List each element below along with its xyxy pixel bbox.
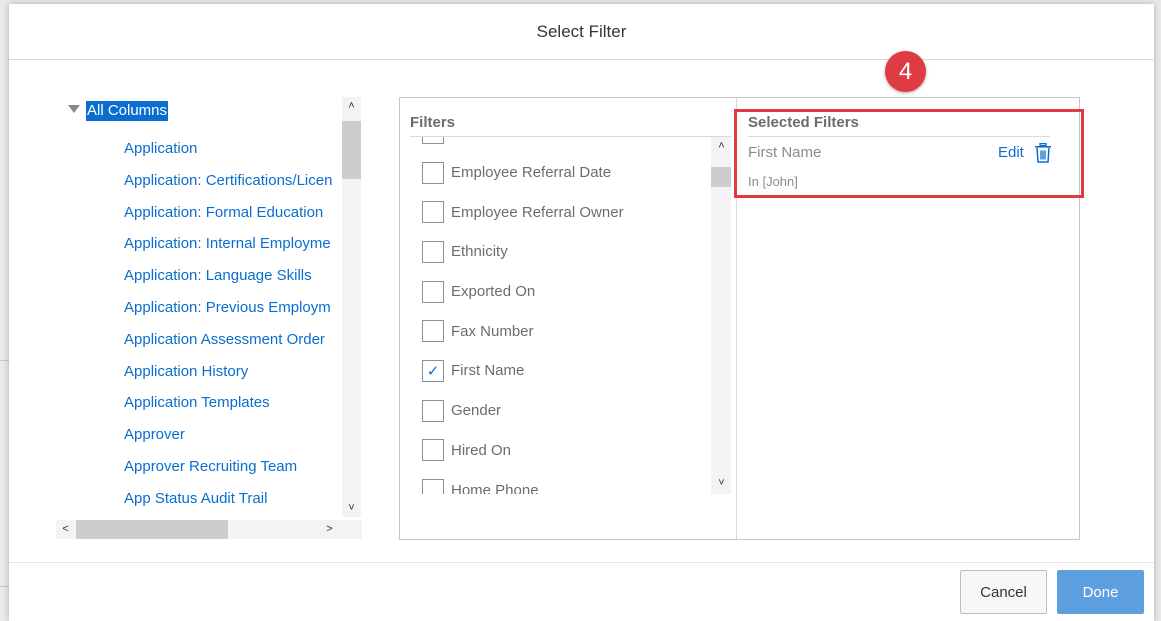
tree-vertical-scrollbar[interactable]: ˄ ˅ xyxy=(342,97,361,517)
filter-list-item[interactable]: Employee Referral Date xyxy=(410,153,710,193)
scroll-down-icon[interactable]: ˅ xyxy=(342,499,361,517)
done-button[interactable]: Done xyxy=(1057,570,1144,614)
tree-item-list: Application Application: Certifications/L… xyxy=(124,133,342,515)
filters-vertical-scrollbar[interactable]: ˄ ˅ xyxy=(711,137,731,494)
tree-item[interactable]: Application History xyxy=(124,356,342,388)
scroll-up-icon[interactable]: ˄ xyxy=(342,97,361,115)
column-tree-panel: All Columns Application Application: Cert… xyxy=(56,97,362,539)
filter-label: Exported On xyxy=(451,283,536,301)
tree-item[interactable]: Application: Language Skills xyxy=(124,260,342,292)
filter-label: Employee Referral Owner xyxy=(451,203,624,221)
filter-label: Home Phone xyxy=(451,481,539,494)
filter-list-item[interactable]: Home Phone xyxy=(410,470,710,494)
filter-label: First Name xyxy=(451,362,525,380)
tree-item[interactable]: Application: Previous Employm xyxy=(124,292,342,324)
scrollbar-thumb[interactable] xyxy=(711,167,731,187)
checkbox[interactable] xyxy=(422,479,444,494)
tree-item[interactable]: Approver Recruiting Team xyxy=(124,451,342,483)
annotation-highlight-box xyxy=(734,109,1084,198)
filter-list-item[interactable]: Hired On xyxy=(410,431,710,471)
filter-list-item[interactable]: Ethnicity xyxy=(410,232,710,272)
cancel-button[interactable]: Cancel xyxy=(960,570,1047,614)
filter-list-item[interactable]: Email Address xyxy=(410,137,710,153)
dialog-header: Select Filter xyxy=(9,4,1154,60)
checkbox[interactable] xyxy=(422,439,444,462)
tree-item[interactable]: Approver xyxy=(124,419,342,451)
filter-list-content: Email Address Employee Referral Date Emplo… xyxy=(410,137,710,494)
scroll-down-icon[interactable]: ˅ xyxy=(712,474,731,492)
tree-item[interactable]: Application Assessment Order xyxy=(124,324,342,356)
dialog-title: Select Filter xyxy=(536,21,627,41)
checkbox[interactable] xyxy=(422,161,444,184)
scrollbar-thumb[interactable] xyxy=(342,121,361,179)
checkbox[interactable] xyxy=(422,280,444,303)
scroll-up-icon[interactable]: ˄ xyxy=(712,137,731,155)
checkmark-icon: ✓ xyxy=(426,362,440,380)
tree-item[interactable]: Application: Formal Education xyxy=(124,197,342,229)
checkbox[interactable] xyxy=(422,137,444,144)
filter-list-item[interactable]: Exported On xyxy=(410,272,710,312)
tree-item[interactable]: Application: Internal Employme xyxy=(124,228,342,260)
filters-column: Filters Email Address Employee Referral D… xyxy=(410,98,732,539)
filter-list-item[interactable]: ✓ First Name xyxy=(410,351,710,391)
tree-item[interactable]: Application: Certifications/Licen xyxy=(124,165,342,197)
filter-label: Hired On xyxy=(451,441,512,459)
filter-list-item[interactable]: Gender xyxy=(410,391,710,431)
scroll-right-icon[interactable]: > xyxy=(320,520,339,538)
expand-triangle-icon[interactable] xyxy=(68,105,80,113)
tree-root-node[interactable]: All Columns xyxy=(68,101,169,121)
tree-item[interactable]: Application xyxy=(124,133,342,165)
filter-list-item[interactable]: Fax Number xyxy=(410,311,710,351)
tree-item[interactable]: Application Templates xyxy=(124,387,342,419)
filter-list: Email Address Employee Referral Date Emplo… xyxy=(410,137,710,494)
filter-label: Employee Referral Date xyxy=(451,164,612,182)
tree-item[interactable]: App Status Audit Trail xyxy=(124,483,342,515)
scroll-left-icon[interactable]: < xyxy=(56,520,75,538)
step-number-badge: 4 xyxy=(885,51,926,92)
tree-horizontal-scrollbar[interactable]: < > xyxy=(56,520,362,539)
tree-root-label[interactable]: All Columns xyxy=(86,101,169,121)
checkbox[interactable] xyxy=(422,399,444,422)
checkbox[interactable] xyxy=(422,201,444,224)
scrollbar-thumb[interactable] xyxy=(76,520,228,539)
filter-label: Ethnicity xyxy=(451,243,508,261)
checkbox-checked[interactable]: ✓ xyxy=(422,359,444,382)
filter-label: Gender xyxy=(451,402,502,420)
filter-label: Email Address xyxy=(451,137,547,141)
checkbox[interactable] xyxy=(422,320,444,343)
filter-label: Fax Number xyxy=(451,322,534,340)
footer-divider xyxy=(9,562,1154,563)
filters-header: Filters xyxy=(410,114,456,131)
checkbox[interactable] xyxy=(422,240,444,263)
select-filter-dialog: Select Filter All Columns Application App… xyxy=(9,4,1154,621)
filter-list-item[interactable]: Employee Referral Owner xyxy=(410,192,710,232)
